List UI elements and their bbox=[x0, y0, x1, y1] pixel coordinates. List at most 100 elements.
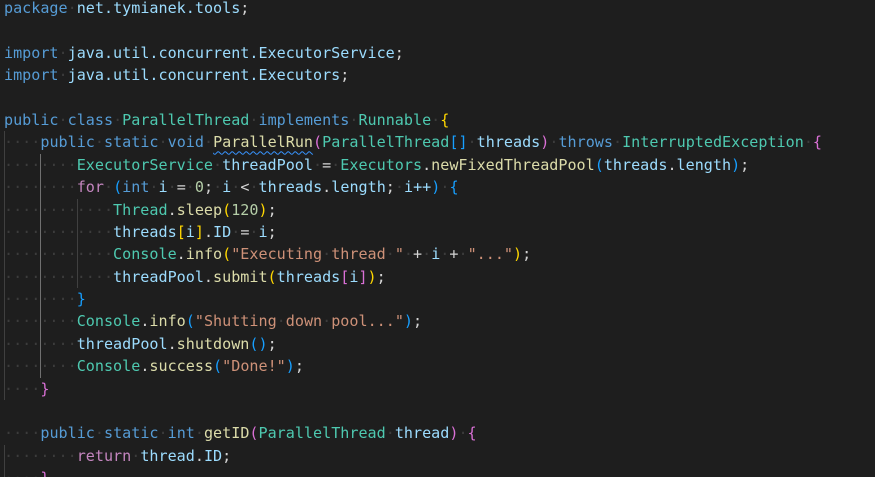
code-line[interactable]: ········Console.info("Shutting·down·pool… bbox=[0, 310, 875, 333]
code-token: i bbox=[158, 178, 168, 197]
code-line[interactable]: ············threadPool.submit(threads[i]… bbox=[0, 265, 875, 289]
whitespace-marker: · bbox=[58, 66, 68, 85]
code-token: ) bbox=[258, 200, 268, 219]
code-token: net.tymianek.tools bbox=[76, 0, 241, 17]
code-token: implements bbox=[258, 110, 350, 129]
whitespace-marker: · bbox=[276, 312, 286, 331]
code-token: ) bbox=[285, 357, 295, 376]
code-token: "..." bbox=[467, 245, 513, 264]
whitespace-marker: · bbox=[394, 178, 404, 197]
whitespace-marker: · bbox=[249, 178, 259, 197]
code-token: i bbox=[431, 245, 441, 264]
code-token: ( bbox=[113, 178, 123, 197]
indent-guide bbox=[4, 265, 5, 289]
code-line[interactable]: ········Console.success("Done!"); bbox=[0, 355, 875, 378]
code-editor[interactable]: package·net.tymianek.tools; import·java.… bbox=[0, 0, 875, 477]
code-line[interactable]: ····public·static·int·getID(ParallelThre… bbox=[0, 422, 875, 444]
code-token: sleep bbox=[176, 200, 223, 219]
code-line[interactable]: ········} bbox=[0, 288, 875, 311]
whitespace-marker: · bbox=[203, 133, 214, 152]
code-token: ; bbox=[394, 43, 404, 62]
code-line[interactable]: public·class·ParallelThread·implements·R… bbox=[0, 109, 875, 131]
code-token: java.util.concurrent.Executors bbox=[67, 66, 341, 85]
whitespace-marker: · bbox=[385, 245, 395, 264]
code-token: { bbox=[449, 178, 459, 197]
code-token: ; bbox=[267, 334, 277, 353]
code-line[interactable]: ········return·thread.ID; bbox=[0, 444, 875, 468]
code-token: Console bbox=[76, 357, 141, 376]
code-line[interactable]: ····} bbox=[0, 467, 875, 477]
code-token: "Executing bbox=[231, 245, 323, 264]
code-line[interactable]: package·net.tymianek.tools; bbox=[0, 0, 875, 19]
code-token: ID bbox=[213, 222, 232, 241]
code-token: ParallelThread bbox=[122, 110, 250, 129]
indent-guide bbox=[4, 444, 5, 468]
code-token: 120 bbox=[231, 200, 259, 219]
indent-guide bbox=[4, 220, 5, 244]
code-token: public bbox=[4, 110, 59, 129]
whitespace-marker: · bbox=[94, 424, 104, 443]
code-token: ParallelThread bbox=[258, 424, 386, 443]
whitespace-marker: ············ bbox=[4, 245, 114, 264]
code-token: int bbox=[167, 424, 195, 443]
code-token: ID bbox=[203, 446, 223, 465]
code-line[interactable] bbox=[0, 19, 875, 41]
code-token: ; bbox=[203, 178, 214, 197]
code-line[interactable]: import·java.util.concurrent.ExecutorServ… bbox=[0, 42, 875, 64]
whitespace-marker: · bbox=[213, 178, 223, 197]
code-token: threads bbox=[603, 155, 668, 174]
indent-guide bbox=[40, 288, 42, 311]
code-token: . bbox=[422, 155, 432, 174]
whitespace-marker: ········ bbox=[4, 446, 77, 465]
code-token: threadPool bbox=[76, 334, 168, 353]
indent-guide bbox=[40, 220, 42, 244]
code-token: { bbox=[440, 110, 450, 129]
code-token: [ bbox=[176, 222, 186, 241]
code-token: "Shutting bbox=[194, 312, 277, 331]
indent-guide bbox=[40, 265, 42, 289]
code-token: . bbox=[667, 155, 677, 174]
whitespace-marker: · bbox=[194, 424, 204, 443]
indent-guide bbox=[4, 131, 5, 154]
code-line[interactable]: ········threadPool.shutdown(); bbox=[0, 332, 875, 356]
code-line[interactable]: ········ExecutorService·threadPool·=·Exe… bbox=[0, 153, 875, 177]
code-token: throws bbox=[558, 133, 613, 152]
code-line[interactable] bbox=[0, 87, 875, 109]
code-line[interactable]: ········for·(int·i·=·0;·i·<·threads.leng… bbox=[0, 176, 875, 199]
code-token: threadPool bbox=[222, 155, 313, 174]
code-token: ; bbox=[740, 155, 750, 174]
code-token: i++ bbox=[403, 178, 432, 197]
code-token: ; bbox=[340, 66, 350, 85]
whitespace-marker: ···· bbox=[4, 379, 41, 398]
whitespace-marker: · bbox=[131, 446, 141, 465]
code-token: Runnable bbox=[358, 110, 432, 129]
code-token: ] bbox=[358, 267, 368, 286]
whitespace-marker: ············ bbox=[4, 200, 114, 219]
code-line[interactable]: ············Thread.sleep(120); bbox=[0, 198, 875, 221]
code-line[interactable]: ············threads[i].ID·=·i; bbox=[0, 220, 875, 244]
code-token: ) bbox=[540, 133, 550, 152]
code-token: public bbox=[40, 133, 95, 152]
whitespace-marker: · bbox=[249, 222, 259, 241]
code-line[interactable]: import·java.util.concurrent.Executors; bbox=[0, 64, 875, 86]
whitespace-marker: · bbox=[403, 245, 413, 264]
code-line[interactable]: ············Console.info("Executing·thre… bbox=[0, 243, 875, 266]
whitespace-marker: · bbox=[322, 312, 332, 331]
code-line[interactable]: ····public·static·void·ParallelRun(Paral… bbox=[0, 131, 875, 154]
code-token: pool..." bbox=[331, 312, 404, 331]
indent-guide bbox=[4, 355, 5, 378]
code-line[interactable]: ····} bbox=[0, 377, 875, 401]
code-token: info bbox=[149, 312, 186, 331]
code-token: threads bbox=[113, 222, 177, 241]
indent-guide bbox=[4, 377, 5, 401]
whitespace-marker: · bbox=[458, 245, 468, 264]
code-token: ; bbox=[522, 245, 532, 264]
whitespace-marker: · bbox=[467, 133, 477, 152]
indent-guide bbox=[4, 332, 5, 356]
whitespace-marker: · bbox=[185, 178, 195, 197]
code-token: thread bbox=[140, 446, 195, 465]
code-line[interactable] bbox=[0, 400, 875, 422]
indent-guide bbox=[76, 198, 78, 221]
whitespace-marker: · bbox=[331, 155, 341, 174]
indent-guide bbox=[76, 220, 78, 244]
